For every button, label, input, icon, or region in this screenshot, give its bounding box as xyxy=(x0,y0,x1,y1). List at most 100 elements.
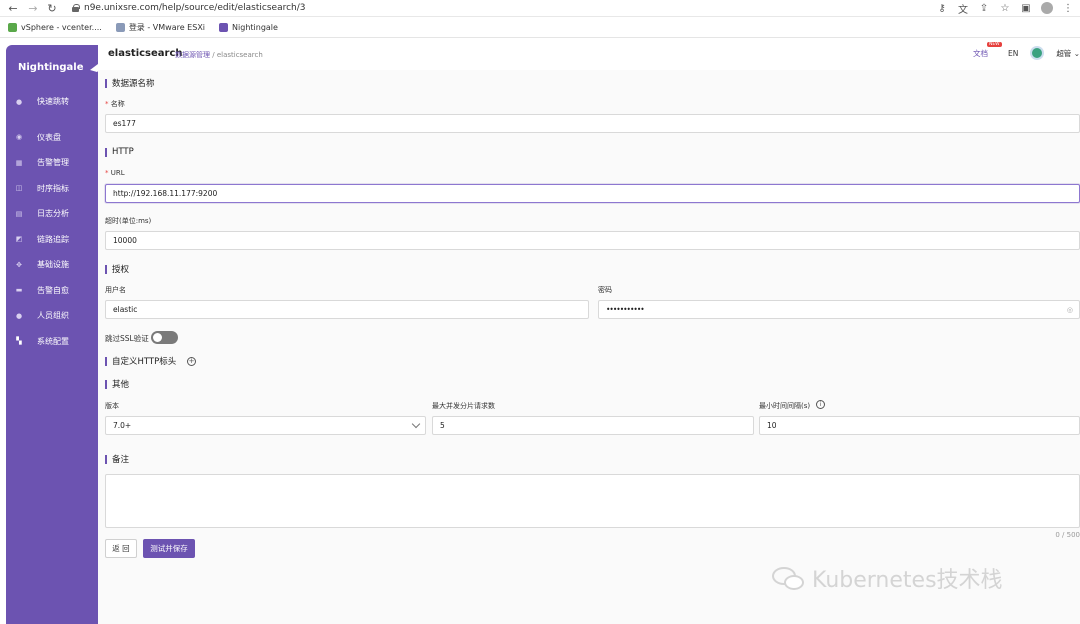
search-icon: ● xyxy=(15,97,23,106)
max-shard-label: 最大并发分片请求数 xyxy=(432,402,495,410)
breadcrumb-link[interactable]: 数据源管理 xyxy=(175,51,210,59)
timeout-input[interactable]: 10000 xyxy=(105,231,1080,250)
header-actions: 文档 NEW EN 超管 ⌄ xyxy=(972,41,1080,60)
wechat-icon xyxy=(768,565,808,591)
eye-hidden-icon[interactable]: ◎ xyxy=(1067,306,1073,314)
bookmark-label: Nightingale xyxy=(232,23,278,32)
sidebar: Nightingale ● 快速跳转 ◉ 仪表盘 ▦ 告警管理 ◫ 时序指标 ▤ 日志分析… xyxy=(6,45,104,624)
info-icon[interactable]: i xyxy=(816,400,825,409)
note-textarea[interactable] xyxy=(105,474,1080,528)
max-shard-input[interactable]: 5 xyxy=(432,416,754,435)
breadcrumb: 数据源管理 / elasticsearch xyxy=(175,50,263,60)
section-title-http: HTTP xyxy=(105,147,134,157)
bookmark-vsphere[interactable]: vSphere - vcenter.... xyxy=(8,23,102,32)
sidebar-toggle-icon[interactable]: ▣ xyxy=(1020,2,1032,14)
section-title-auth: 授权 xyxy=(105,263,129,275)
sidebar-item-label: 系统配置 xyxy=(37,336,69,346)
sidebar-item-infra[interactable]: ✥ 基础设施 xyxy=(6,252,98,278)
add-circle-icon[interactable]: + xyxy=(187,357,196,366)
bookmark-nightingale[interactable]: Nightingale xyxy=(219,23,278,32)
sidebar-item-dashboard[interactable]: ◉ 仪表盘 xyxy=(6,125,98,151)
reload-icon[interactable]: ↻ xyxy=(46,2,58,15)
back-button[interactable]: 返 回 xyxy=(105,539,137,558)
min-interval-label: 最小时间间隔(s) xyxy=(759,402,811,410)
trace-icon: ◩ xyxy=(15,235,23,244)
nightingale-bird-icon xyxy=(219,23,229,32)
docs-label: 文档 xyxy=(972,48,988,58)
watermark-text: Kubernetes技术栈 xyxy=(812,568,1003,593)
breadcrumb-current: elasticsearch xyxy=(216,51,263,59)
lock-icon[interactable] xyxy=(72,4,80,12)
bookmarks-bar: vSphere - vcenter.... 登录 - VMware ESXi N… xyxy=(0,18,1080,38)
sidebar-menu: ● 快速跳转 ◉ 仪表盘 ▦ 告警管理 ◫ 时序指标 ▤ 日志分析 ◩ 链路追踪 ✥ 基础设施… xyxy=(6,89,98,354)
sidebar-item-tracing[interactable]: ◩ 链路追踪 xyxy=(6,227,98,253)
sidebar-item-settings[interactable]: ▚ 系统配置 xyxy=(6,329,98,355)
breadcrumb-separator: / xyxy=(210,51,217,59)
sidebar-item-alerts[interactable]: ▦ 告警管理 xyxy=(6,150,98,176)
username-label: 用户名 xyxy=(105,286,126,294)
language-switch[interactable]: EN xyxy=(1008,49,1018,58)
skip-ssl-label: 跳过SSL验证 xyxy=(105,334,149,343)
esxi-icon xyxy=(115,23,125,32)
docs-link[interactable]: 文档 NEW xyxy=(972,41,1002,59)
bookmark-label: vSphere - vcenter.... xyxy=(21,23,102,32)
forward-arrow-icon[interactable]: → xyxy=(27,2,39,15)
infra-icon: ✥ xyxy=(16,260,22,269)
share-icon[interactable]: ⇪ xyxy=(978,2,990,14)
sidebar-item-label: 快速跳转 xyxy=(37,97,69,107)
form-content: 数据源名称 名称 es177 HTTP URL http://192.168.1… xyxy=(98,70,1080,624)
kebab-menu-icon[interactable]: ⋮ xyxy=(1062,2,1074,14)
chevron-down-icon: ⌄ xyxy=(1073,48,1080,58)
sidebar-item-label: 人员组织 xyxy=(37,311,69,321)
sidebar-item-self-heal[interactable]: ▬ 告警自愈 xyxy=(6,278,98,304)
bookmark-label: 登录 - VMware ESXi xyxy=(128,23,206,32)
sidebar-item-label: 基础设施 xyxy=(37,260,69,270)
password-input[interactable]: ••••••••••• ◎ xyxy=(598,300,1080,319)
star-icon[interactable]: ☆ xyxy=(999,2,1011,14)
settings-icon: ▚ xyxy=(16,337,22,346)
version-select[interactable]: 7.0+ xyxy=(105,416,426,435)
sidebar-item-label: 告警管理 xyxy=(37,158,69,168)
sidebar-item-logs[interactable]: ▤ 日志分析 xyxy=(6,201,98,227)
new-badge: NEW xyxy=(986,41,1002,47)
url-input[interactable]: http://192.168.11.177:9200 xyxy=(105,184,1080,203)
avatar[interactable] xyxy=(1030,46,1045,60)
skip-ssl-toggle[interactable] xyxy=(151,331,178,344)
back-arrow-icon[interactable]: ← xyxy=(7,2,19,15)
section-title-note: 备注 xyxy=(105,453,129,465)
translate-icon[interactable]: 文 xyxy=(957,2,969,16)
user-menu[interactable]: 超管 ⌄ xyxy=(1056,48,1080,59)
sidebar-item-label: 告警自愈 xyxy=(37,285,69,295)
password-value: ••••••••••• xyxy=(606,305,645,314)
main-area: elasticsearch 数据源管理 / elasticsearch 文档 NE… xyxy=(98,38,1080,624)
min-interval-input[interactable]: 10 xyxy=(759,416,1080,435)
username-input[interactable]: elastic xyxy=(105,300,589,319)
key-icon[interactable]: ⚷ xyxy=(936,2,948,14)
page-header: elasticsearch 数据源管理 / elasticsearch 文档 NE… xyxy=(98,38,1080,70)
timeout-label: 超时(单位:ms) xyxy=(105,217,152,225)
app-logo[interactable]: Nightingale xyxy=(18,61,105,73)
log-icon: ▤ xyxy=(15,209,23,218)
address-bar[interactable]: n9e.unixsre.com/help/source/edit/elastic… xyxy=(84,3,306,13)
profile-avatar-icon[interactable] xyxy=(1041,2,1053,14)
dashboard-icon: ◉ xyxy=(15,133,23,142)
username: 超管 xyxy=(1056,48,1072,58)
sidebar-item-label: 链路追踪 xyxy=(37,234,69,244)
sidebar-item-users[interactable]: ● 人员组织 xyxy=(6,303,98,329)
name-input[interactable]: es177 xyxy=(105,114,1080,133)
wechat-watermark: Kubernetes技术栈 xyxy=(768,562,1003,594)
heal-icon: ▬ xyxy=(15,286,23,295)
browser-toolbar: ← → ↻ n9e.unixsre.com/help/source/edit/e… xyxy=(0,0,1080,17)
sidebar-item-quick-jump[interactable]: ● 快速跳转 xyxy=(6,89,98,115)
name-label: 名称 xyxy=(105,99,125,109)
logo-text: Nightingale xyxy=(18,61,84,73)
sidebar-item-metrics[interactable]: ◫ 时序指标 xyxy=(6,176,98,202)
test-and-save-button[interactable]: 测试并保存 xyxy=(143,539,195,558)
section-title-other: 其他 xyxy=(105,378,129,390)
vsphere-icon xyxy=(8,23,17,32)
metrics-icon: ◫ xyxy=(15,184,23,193)
url-label: URL xyxy=(105,169,125,177)
sidebar-item-label: 仪表盘 xyxy=(37,132,61,142)
bookmark-esxi[interactable]: 登录 - VMware ESXi xyxy=(115,22,206,33)
section-title-custom-headers: 自定义HTTP标头 xyxy=(105,355,176,367)
